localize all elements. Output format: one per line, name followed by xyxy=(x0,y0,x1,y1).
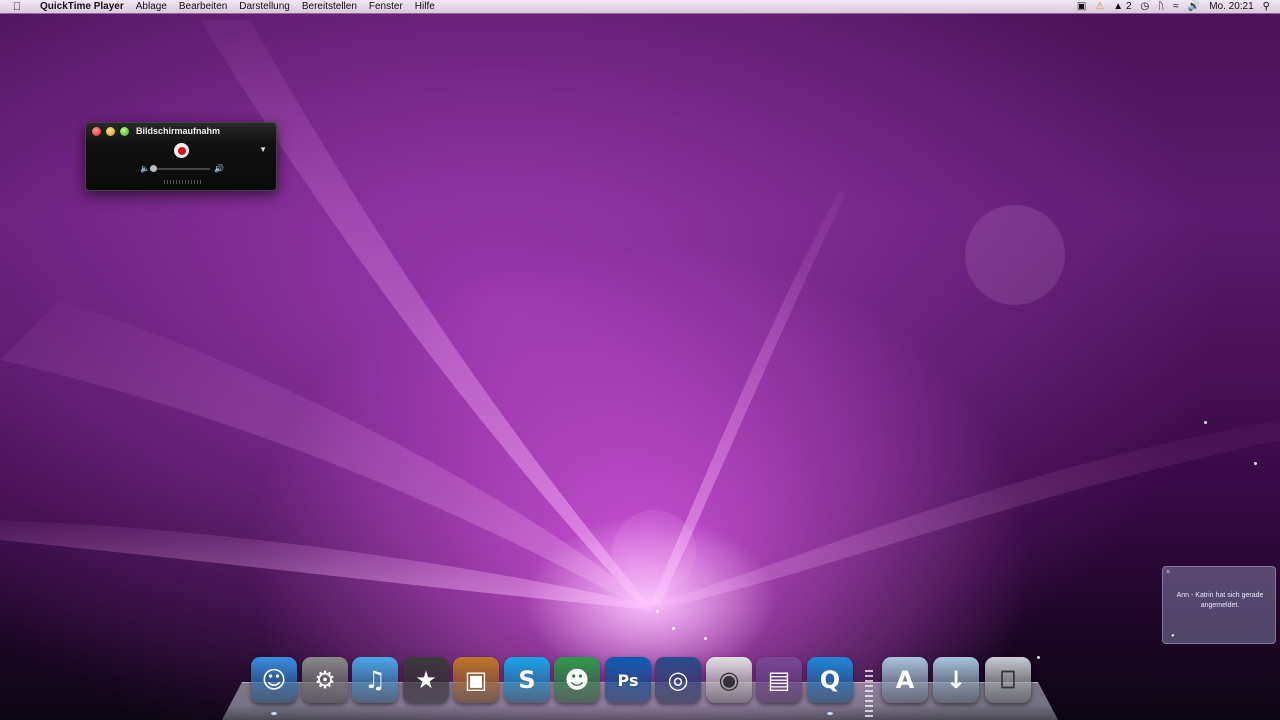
running-indicator xyxy=(271,712,277,715)
film-icon[interactable]: ▤ xyxy=(756,657,802,703)
chrome-icon[interactable]: ◉ xyxy=(706,657,752,703)
wallpaper-star xyxy=(1204,421,1207,424)
options-dropdown-icon[interactable]: ▼ xyxy=(259,145,267,154)
applications-folder-icon[interactable]: A xyxy=(882,657,928,703)
volume-slider-knob[interactable] xyxy=(150,165,157,172)
wallpaper-rays xyxy=(0,20,1280,610)
dock-separator xyxy=(865,670,873,718)
record-button[interactable] xyxy=(174,143,189,158)
minimize-button[interactable] xyxy=(106,127,115,136)
notification-app-icon: ● xyxy=(1171,633,1175,639)
login-notification[interactable]: × Ann - Katrin hat sich gerade angemelde… xyxy=(1162,566,1276,644)
trash-icon[interactable]: ⎕ xyxy=(985,657,1031,703)
menu-bearbeiten[interactable]: Bearbeiten xyxy=(173,1,233,12)
apple-menu-icon[interactable]:  xyxy=(0,1,34,13)
wallpaper-bokeh xyxy=(965,205,1065,305)
menu-bereitstellen[interactable]: Bereitstellen xyxy=(296,1,363,12)
bluetooth-icon[interactable]: ᚢ xyxy=(1158,1,1164,12)
menu-hilfe[interactable]: Hilfe xyxy=(409,1,441,12)
status-area: ▣ ⚠ ▲ 2 ◷ ᚢ ≈ 🔊 Mo. 20:21 ⚲ xyxy=(1077,1,1280,12)
ps-icon[interactable]: Ps xyxy=(605,657,651,703)
record-icon xyxy=(177,146,186,155)
menu-fenster[interactable]: Fenster xyxy=(363,1,409,12)
wallpaper-star xyxy=(1037,656,1040,659)
quicktime-icon[interactable]: Q xyxy=(807,657,853,703)
running-indicator xyxy=(827,712,833,715)
people-icon[interactable]: ☻ xyxy=(554,657,600,703)
wifi-icon[interactable]: ≈ xyxy=(1173,1,1179,12)
screen-recording-window: Bildschirmaufnahm ▼ 🔈 🔊 xyxy=(85,122,277,191)
menu-clock[interactable]: Mo. 20:21 xyxy=(1209,1,1253,12)
menu-ablage[interactable]: Ablage xyxy=(130,1,173,12)
warning-icon[interactable]: ⚠ xyxy=(1095,1,1104,12)
wallpaper-star xyxy=(704,637,707,640)
zoom-button[interactable] xyxy=(120,127,129,136)
volume-high-icon: 🔊 xyxy=(214,164,224,173)
adobe-updates-indicator[interactable]: ▲ 2 xyxy=(1113,1,1131,12)
adobe-icon: ▲ xyxy=(1113,1,1124,12)
wallpaper-bokeh xyxy=(612,510,696,594)
spotlight-search-icon[interactable]: ⚲ xyxy=(1263,1,1270,12)
skype-icon[interactable]: S xyxy=(504,657,550,703)
finder-icon[interactable]: ☺ xyxy=(251,657,297,703)
volume-slider-track[interactable] xyxy=(150,168,210,170)
window-title: Bildschirmaufnahm xyxy=(136,126,221,136)
wallpaper-star xyxy=(672,627,675,630)
menu-darstellung[interactable]: Darstellung xyxy=(233,1,296,12)
volume-icon[interactable]: 🔊 xyxy=(1188,1,1200,12)
gear-icon[interactable]: ⚙ xyxy=(302,657,348,703)
time-machine-icon[interactable]: ◷ xyxy=(1141,1,1150,12)
downloads-folder-icon[interactable]: ↓ xyxy=(933,657,979,703)
notification-close-icon[interactable]: × xyxy=(1166,569,1170,576)
music-note-icon[interactable]: ♫ xyxy=(352,657,398,703)
wallpaper-star xyxy=(1254,462,1257,465)
close-button[interactable] xyxy=(92,127,101,136)
star-icon[interactable]: ★ xyxy=(403,657,449,703)
volume-low-icon: 🔈 xyxy=(140,164,150,173)
adobe-badge-count: 2 xyxy=(1125,1,1132,12)
menu-bar:  QuickTime Player Ablage Bearbeiten Dar… xyxy=(0,0,1280,14)
screen-recording-icon[interactable]: ▣ xyxy=(1077,1,1086,12)
globe-icon[interactable]: ◎ xyxy=(655,657,701,703)
menu-app-name[interactable]: QuickTime Player xyxy=(34,1,130,12)
photo-camera-icon[interactable]: ▣ xyxy=(453,657,499,703)
notification-text: Ann - Katrin hat sich gerade angemeldet. xyxy=(1176,592,1264,609)
wallpaper-star xyxy=(656,610,659,613)
window-controls xyxy=(92,127,129,136)
audio-level-meter xyxy=(164,180,202,184)
